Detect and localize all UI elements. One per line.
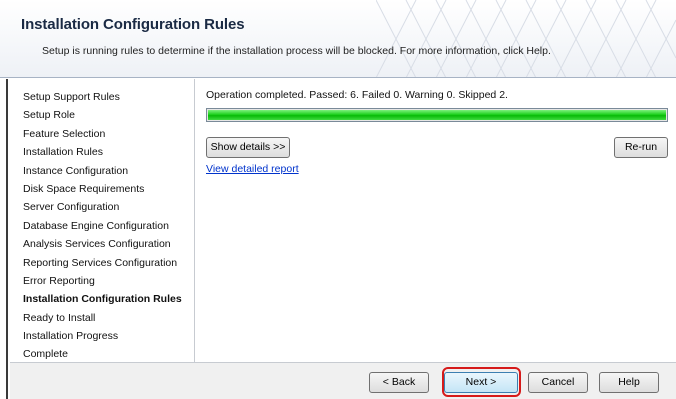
sidebar-item-error-reporting: Error Reporting [23,274,95,287]
sidebar-item-installation-progress: Installation Progress [23,330,119,343]
progress-bar-fill [208,110,666,120]
rerun-button[interactable]: Re-run [614,137,668,158]
sidebar-item-feature-selection: Feature Selection [23,127,106,140]
sidebar-item-database-engine-configuration: Database Engine Configuration [23,219,169,232]
sidebar-item-instance-configuration: Instance Configuration [23,164,129,177]
page-subtitle: Setup is running rules to determine if t… [42,45,551,57]
next-button[interactable]: Next > [444,372,518,393]
sidebar-item-server-configuration: Server Configuration [23,201,120,214]
sidebar-item-setup-role: Setup Role [23,109,75,122]
page-title: Installation Configuration Rules [21,16,245,33]
view-detailed-report-link[interactable]: View detailed report [206,163,299,175]
sidebar-item-reporting-services-configuration: Reporting Services Configuration [23,256,178,269]
back-button[interactable]: < Back [369,372,429,393]
header-decoration [376,0,676,77]
header-banner: Installation Configuration Rules Setup i… [0,0,676,78]
progress-bar [206,108,668,122]
sidebar-item-ready-to-install: Ready to Install [23,311,96,324]
help-button[interactable]: Help [599,372,659,393]
operation-status-text: Operation completed. Passed: 6. Failed 0… [206,89,508,101]
sidebar-step-list: Setup Support Rules Setup Role Feature S… [10,79,194,364]
cancel-button[interactable]: Cancel [528,372,588,393]
show-details-button[interactable]: Show details >> [206,137,290,158]
sidebar-item-analysis-services-configuration: Analysis Services Configuration [23,238,171,251]
sidebar-navigation: Setup Support Rules Setup Role Feature S… [10,79,195,362]
footer-button-bar: < Back Next > Cancel Help [10,362,676,399]
sidebar-item-disk-space-requirements: Disk Space Requirements [23,182,145,195]
sidebar-item-setup-support-rules: Setup Support Rules [23,91,120,103]
main-content: Operation completed. Passed: 6. Failed 0… [196,79,676,362]
left-strip [0,79,8,399]
sidebar-item-installation-configuration-rules: Installation Configuration Rules [23,293,182,306]
sidebar-item-installation-rules: Installation Rules [23,146,103,159]
